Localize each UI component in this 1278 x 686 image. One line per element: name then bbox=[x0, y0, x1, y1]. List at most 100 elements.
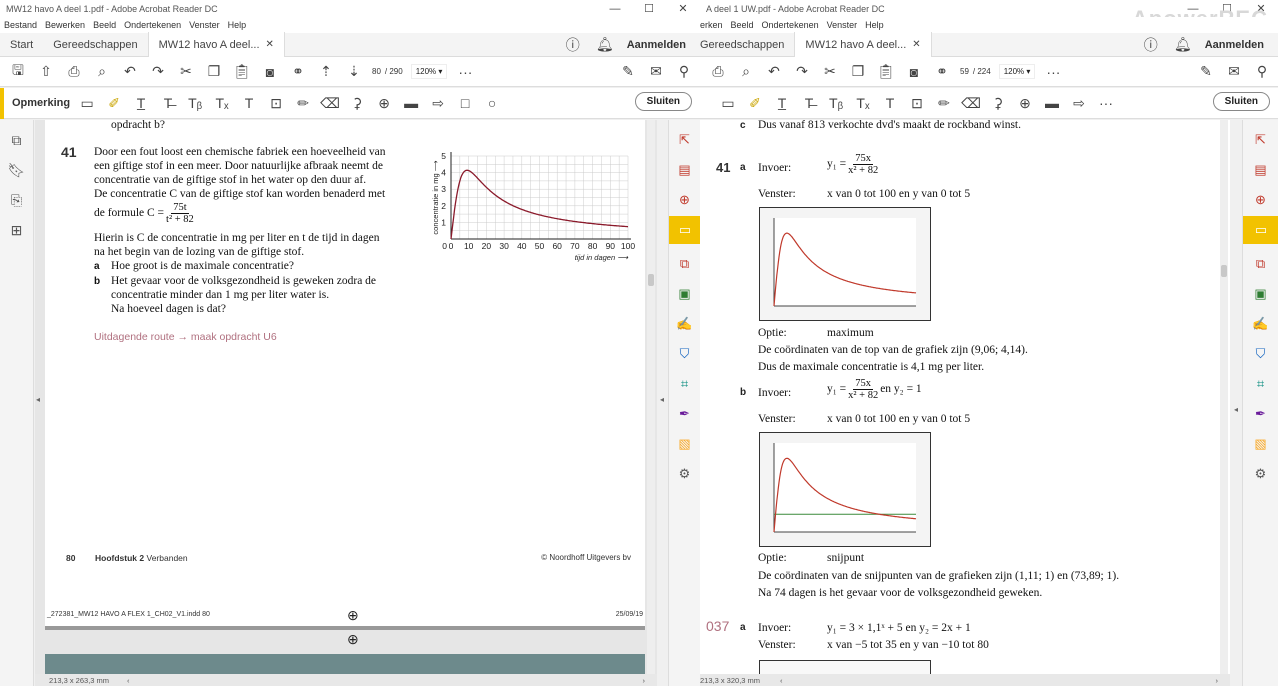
save-icon[interactable]: 🖫 bbox=[8, 62, 28, 82]
organize-pages-icon[interactable]: ▤ bbox=[675, 160, 695, 180]
more-icon[interactable]: ··· bbox=[1043, 62, 1063, 82]
menu-bewerken[interactable]: Bewerken bbox=[41, 20, 89, 30]
undo-icon[interactable]: ↶ bbox=[120, 62, 140, 82]
excel-icon[interactable]: ▣ bbox=[675, 284, 695, 304]
collapse-panel-arrow[interactable]: ◂ bbox=[660, 395, 664, 404]
help-icon[interactable]: ⓘ bbox=[563, 35, 583, 55]
scroll-left-icon[interactable]: ‹ bbox=[127, 676, 130, 685]
scroll-left-icon[interactable]: ‹ bbox=[780, 676, 783, 685]
combine-icon[interactable]: ⧉ bbox=[675, 254, 695, 274]
close-tab-icon[interactable]: ✕ bbox=[912, 39, 920, 50]
find-icon[interactable]: ⚭ bbox=[288, 62, 308, 82]
menu-help[interactable]: Help bbox=[224, 20, 251, 30]
page-number-input[interactable]: 59 bbox=[960, 67, 969, 76]
paste-icon[interactable]: 📋︎ bbox=[876, 62, 896, 82]
mail-icon[interactable]: ✉ bbox=[1224, 62, 1244, 82]
protect-icon[interactable]: ⛉ bbox=[1251, 344, 1271, 364]
maximize-button[interactable]: ☐ bbox=[632, 2, 666, 15]
menu-help[interactable]: Help bbox=[861, 20, 888, 30]
login-button[interactable]: Aanmelden bbox=[1205, 39, 1264, 51]
copy-icon[interactable]: ❐ bbox=[848, 62, 868, 82]
zoom-select[interactable]: 120% ▾ bbox=[410, 64, 448, 79]
pencil-icon[interactable]: ✏ bbox=[293, 93, 313, 113]
collapse-panel-arrow[interactable]: ◂ bbox=[1234, 405, 1238, 414]
export-pdf-icon[interactable]: ⇱ bbox=[1251, 130, 1271, 150]
lock-icon[interactable]: ⊞ bbox=[7, 220, 27, 240]
find-icon[interactable]: ⚭ bbox=[932, 62, 952, 82]
undo-icon[interactable]: ↶ bbox=[764, 62, 784, 82]
send-sign-icon[interactable]: ✒ bbox=[1251, 404, 1271, 424]
page-up-icon[interactable]: ⇡ bbox=[316, 62, 336, 82]
search-icon[interactable]: ⌕ bbox=[736, 62, 756, 82]
sign-icon[interactable]: ✎ bbox=[618, 62, 638, 82]
attachment-icon[interactable]: ⎘ bbox=[7, 190, 27, 210]
strikethrough-icon[interactable]: T̶ bbox=[158, 93, 178, 113]
scroll-right-icon[interactable]: › bbox=[643, 676, 646, 685]
attach-icon[interactable]: ⊕ bbox=[374, 93, 394, 113]
snapshot-icon[interactable]: ◙ bbox=[904, 62, 924, 82]
stamp-icon[interactable]: ⚳ bbox=[347, 93, 367, 113]
text-box-icon[interactable]: ⊡ bbox=[907, 93, 927, 113]
upload-icon[interactable]: ⇧ bbox=[36, 62, 56, 82]
scroll-right-icon[interactable]: › bbox=[1216, 676, 1219, 685]
scrollbar-thumb[interactable] bbox=[1221, 265, 1227, 277]
tab-tools[interactable]: Gereedschappen bbox=[700, 33, 794, 57]
fill-sign-icon[interactable]: ✍ bbox=[1251, 314, 1271, 334]
tab-document[interactable]: MW12 havo A deel... ✕ bbox=[147, 32, 285, 57]
excel-icon[interactable]: ▣ bbox=[1251, 284, 1271, 304]
help-icon[interactable]: ⓘ bbox=[1141, 35, 1161, 55]
create-pdf-icon[interactable]: ⊕ bbox=[1251, 190, 1271, 210]
bookmark-icon[interactable]: 🔖︎ bbox=[7, 160, 27, 180]
page-down-icon[interactable]: ⇣ bbox=[344, 62, 364, 82]
line-icon[interactable]: ▬ bbox=[401, 93, 421, 113]
close-comment-button[interactable]: Sluiten bbox=[1212, 92, 1270, 111]
fill-sign-icon[interactable]: ✍ bbox=[675, 314, 695, 334]
search-icon[interactable]: ⌕ bbox=[92, 62, 112, 82]
underline-text-icon[interactable]: T̲ bbox=[772, 93, 792, 113]
pencil-icon[interactable]: ✏ bbox=[934, 93, 954, 113]
arrow-icon[interactable]: ⇨ bbox=[1069, 93, 1089, 113]
menu-beeld[interactable]: Beeld bbox=[89, 20, 120, 30]
snapshot-icon[interactable]: ◙ bbox=[260, 62, 280, 82]
close-window-button[interactable]: ✕ bbox=[666, 2, 700, 15]
cut-icon[interactable]: ✂ bbox=[176, 62, 196, 82]
bell-icon[interactable]: 🔔︎ bbox=[595, 35, 615, 55]
zoom-select[interactable]: 120% ▾ bbox=[998, 64, 1036, 79]
add-text-icon[interactable]: T bbox=[239, 93, 259, 113]
eraser-icon[interactable]: ⌫ bbox=[961, 93, 981, 113]
bell-icon[interactable]: 🔔︎ bbox=[1173, 35, 1193, 55]
scan-icon[interactable]: ⌗ bbox=[675, 374, 695, 394]
create-pdf-icon[interactable]: ⊕ bbox=[675, 190, 695, 210]
vertical-scrollbar[interactable] bbox=[647, 120, 655, 674]
send-sign-icon[interactable]: ✒ bbox=[675, 404, 695, 424]
more-tools-icon[interactable]: ⚙ bbox=[1251, 464, 1271, 484]
attach-icon[interactable]: ⊕ bbox=[1015, 93, 1035, 113]
scrollbar-thumb[interactable] bbox=[648, 274, 654, 286]
stamp-icon[interactable]: ⚳ bbox=[988, 93, 1008, 113]
close-tab-icon[interactable]: ✕ bbox=[266, 39, 274, 50]
login-button[interactable]: Aanmelden bbox=[627, 39, 686, 51]
route-link[interactable]: Uitdagende route → maak opdracht U6 bbox=[94, 331, 277, 343]
more-icon[interactable]: ··· bbox=[1096, 93, 1116, 113]
cut-icon[interactable]: ✂ bbox=[820, 62, 840, 82]
menu-bewerken[interactable]: erken bbox=[700, 20, 727, 30]
close-comment-button[interactable]: Sluiten bbox=[634, 92, 692, 111]
minimize-button[interactable]: — bbox=[598, 3, 632, 15]
sticky-note-icon[interactable]: ▭ bbox=[77, 93, 97, 113]
tab-start[interactable]: Start bbox=[0, 33, 43, 57]
replace-text-icon[interactable]: Tᵦ bbox=[826, 93, 846, 113]
line-icon[interactable]: ▬ bbox=[1042, 93, 1062, 113]
menu-ondertekenen[interactable]: Ondertekenen bbox=[758, 20, 823, 30]
share-user-icon[interactable]: ⚲ bbox=[1252, 62, 1272, 82]
text-box-icon[interactable]: ⊡ bbox=[266, 93, 286, 113]
menu-venster[interactable]: Venster bbox=[185, 20, 224, 30]
oval-icon[interactable]: ○ bbox=[482, 93, 502, 113]
arrow-icon[interactable]: ⇨ bbox=[428, 93, 448, 113]
mail-icon[interactable]: ✉ bbox=[646, 62, 666, 82]
protect-icon[interactable]: ⛉ bbox=[675, 344, 695, 364]
insert-text-icon[interactable]: Tₓ bbox=[853, 93, 873, 113]
comment-icon[interactable]: ▭ bbox=[669, 216, 700, 244]
strikethrough-icon[interactable]: T̶ bbox=[799, 93, 819, 113]
underline-text-icon[interactable]: T̲ bbox=[131, 93, 151, 113]
add-text-icon[interactable]: T bbox=[880, 93, 900, 113]
